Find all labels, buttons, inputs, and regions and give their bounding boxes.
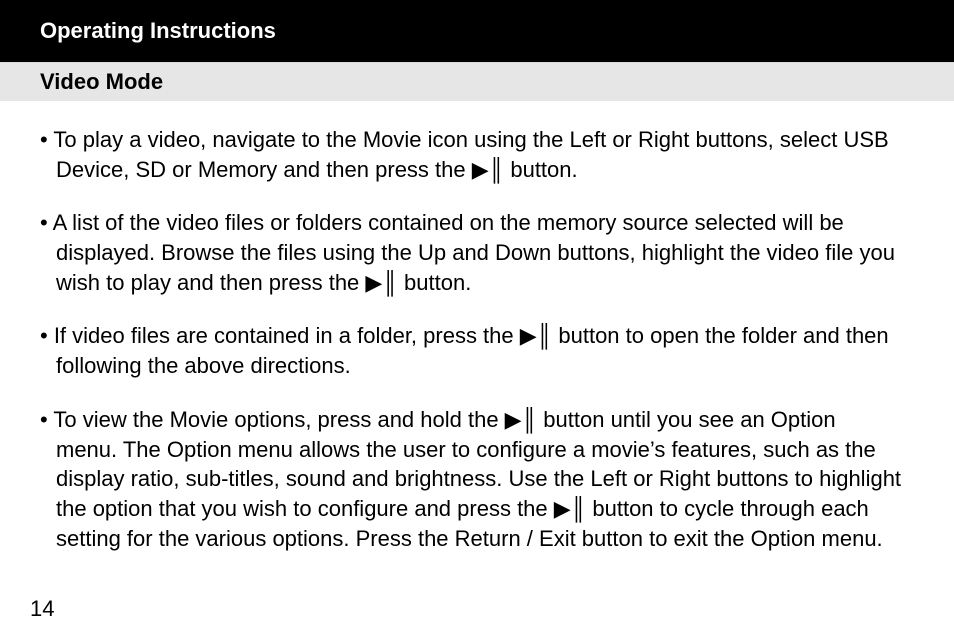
page-number: 14 [30, 596, 54, 622]
content-region: • To play a video, navigate to the Movie… [0, 101, 954, 553]
bullet-text: • To play a video, navigate to the Movie… [40, 125, 924, 155]
bullet-item: • A list of the video files or folders c… [40, 208, 924, 297]
header-bar: Operating Instructions [0, 0, 954, 62]
bullet-text: the option that you wish to configure an… [40, 494, 924, 524]
header-title: Operating Instructions [40, 18, 276, 43]
bullet-text: display ratio, sub-titles, sound and bri… [40, 464, 924, 494]
bullet-item: • To play a video, navigate to the Movie… [40, 125, 924, 184]
bullet-item: • If video files are contained in a fold… [40, 321, 924, 380]
bullet-text: • If video files are contained in a fold… [40, 321, 924, 351]
bullet-text: displayed. Browse the files using the Up… [40, 238, 924, 268]
bullet-item: • To view the Movie options, press and h… [40, 405, 924, 553]
bullet-text: • To view the Movie options, press and h… [40, 405, 924, 435]
bullet-text: • A list of the video files or folders c… [40, 208, 924, 238]
bullet-text: wish to play and then press the ▶║ butto… [40, 268, 924, 298]
subheader-title: Video Mode [40, 69, 163, 94]
bullet-text: menu. The Option menu allows the user to… [40, 435, 924, 465]
bullet-text: following the above directions. [40, 351, 924, 381]
page-container: Operating Instructions Video Mode • To p… [0, 0, 954, 636]
bullet-text: setting for the various options. Press t… [40, 524, 924, 554]
bullet-text: Device, SD or Memory and then press the … [40, 155, 924, 185]
subheader-bar: Video Mode [0, 62, 954, 101]
